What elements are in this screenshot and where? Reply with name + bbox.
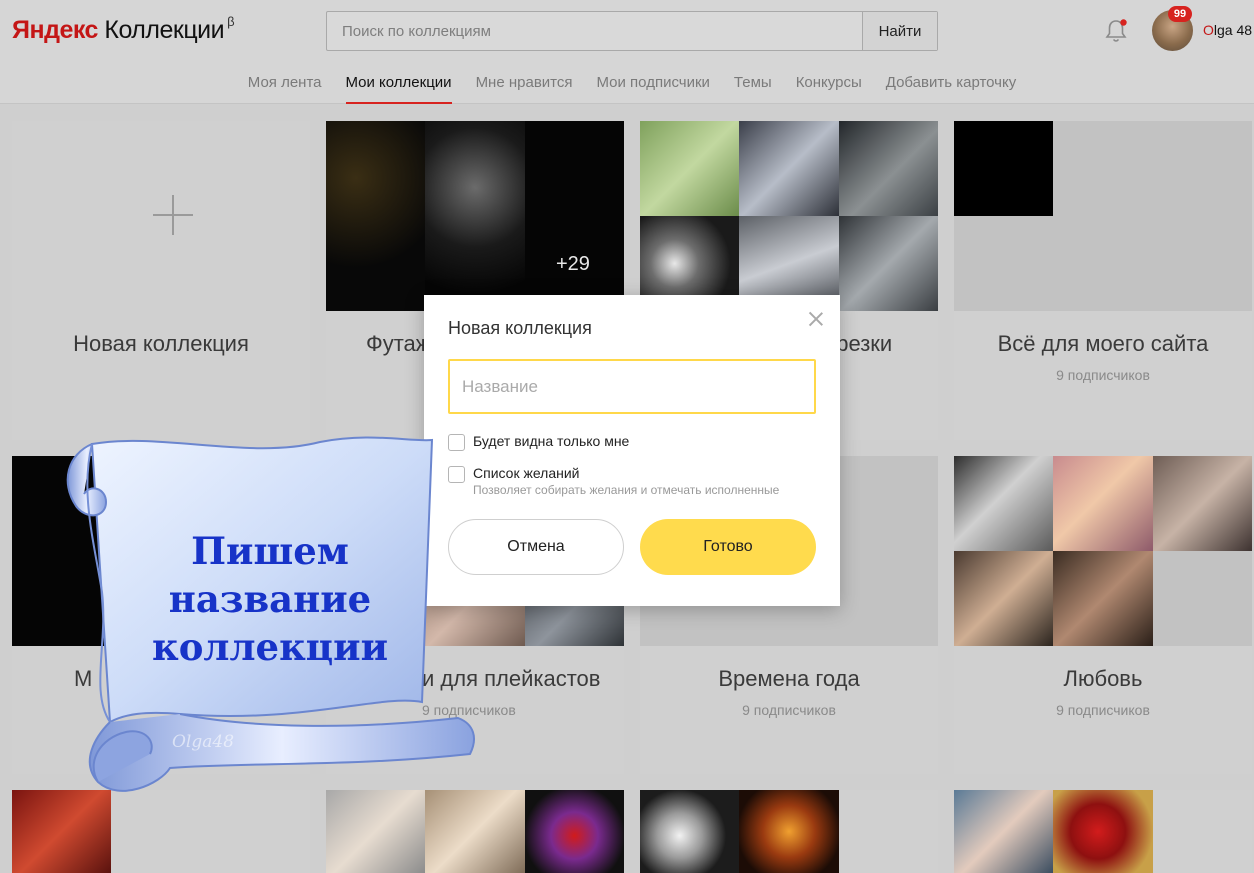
new-collection-dialog: Новая коллекция Будет видна только мне С… bbox=[424, 295, 840, 606]
scroll-banner: Пишем название коллекции Olga48 bbox=[50, 432, 480, 792]
card-title: Новая коллекция bbox=[73, 331, 249, 356]
collection-card-love[interactable]: Любовь 9 подписчиков bbox=[954, 456, 1252, 774]
notification-dot bbox=[1120, 19, 1127, 26]
card-subscribers: 9 подписчиков bbox=[742, 702, 836, 718]
private-checkbox-label: Будет видна только мне bbox=[473, 433, 630, 449]
thumb-girl-hat bbox=[954, 790, 1053, 873]
card-thumbnail: +29 bbox=[326, 121, 624, 311]
collection-card-row3-2[interactable] bbox=[326, 790, 624, 873]
card-thumbnail bbox=[954, 456, 1252, 646]
logo-beta: β bbox=[227, 14, 235, 29]
nav-item-followers[interactable]: Мои подписчики bbox=[597, 74, 710, 104]
thumb-music-notes bbox=[326, 121, 425, 311]
collection-card-row3-1[interactable] bbox=[12, 790, 310, 873]
thumb-collage bbox=[954, 456, 1053, 551]
thumb-black bbox=[954, 121, 1053, 216]
nav-item-topics[interactable]: Темы bbox=[734, 74, 772, 104]
scroll-caption: Пишем название коллекции bbox=[145, 527, 395, 671]
card-title: Всё для моего сайта bbox=[997, 331, 1209, 356]
collection-card-row3-3[interactable] bbox=[640, 790, 938, 873]
card-thumbnail bbox=[640, 121, 938, 311]
thumb-crystals bbox=[739, 121, 839, 216]
nav-item-my-collections[interactable]: Мои коллекции bbox=[345, 74, 452, 104]
collection-card-row3-4[interactable] bbox=[954, 790, 1252, 873]
logo-product: Коллекции bbox=[104, 16, 225, 44]
thumb-roses bbox=[1053, 790, 1153, 873]
thumb-gems bbox=[839, 216, 938, 311]
wishlist-hint: Позволяет собирать желания и отмечать ис… bbox=[473, 483, 780, 497]
thumb-icon-saint bbox=[12, 790, 111, 873]
search-bar: Найти bbox=[326, 11, 938, 51]
plus-icon bbox=[153, 195, 193, 235]
collection-name-input[interactable] bbox=[448, 359, 816, 414]
thumb-dark bbox=[525, 121, 624, 311]
caption-line-3: коллекции bbox=[151, 625, 389, 669]
search-input[interactable] bbox=[327, 12, 863, 50]
more-count: +29 bbox=[556, 253, 590, 275]
nav-item-feed[interactable]: Моя лента bbox=[248, 74, 322, 104]
card-title: Любовь bbox=[1063, 666, 1143, 691]
watermark: Olga48 bbox=[172, 732, 235, 752]
card-subscribers: 9 подписчиков bbox=[1056, 367, 1150, 383]
notification-badge: 99 bbox=[1168, 6, 1192, 22]
nav-item-add-card[interactable]: Добавить карточку bbox=[886, 74, 1016, 104]
username-rest: lga 48 bbox=[1213, 22, 1253, 38]
thumb-clock bbox=[640, 790, 739, 873]
logo-brand: Яндекс bbox=[12, 16, 98, 44]
bell-icon[interactable] bbox=[1104, 18, 1128, 44]
nav-item-contests[interactable]: Конкурсы bbox=[796, 74, 862, 104]
thumb-flowers-dark bbox=[525, 790, 624, 873]
caption-line-2: название bbox=[168, 577, 372, 621]
username[interactable]: Olga 48 bbox=[1203, 22, 1252, 38]
caption-line-1: Пишем bbox=[191, 529, 349, 573]
thumb-portrait bbox=[1053, 551, 1153, 646]
thumb-couple bbox=[425, 790, 525, 873]
search-button[interactable]: Найти bbox=[862, 12, 937, 50]
collection-card-site[interactable]: Всё для моего сайта 9 подписчиков bbox=[954, 121, 1252, 440]
thumb-candles bbox=[739, 790, 839, 873]
close-icon[interactable] bbox=[808, 311, 824, 327]
thumb-woman-frame bbox=[326, 790, 425, 873]
logo[interactable]: Яндекс Коллекции β bbox=[12, 14, 235, 45]
thumb-couple-flowers bbox=[1053, 456, 1153, 551]
card-thumbnail bbox=[954, 121, 1252, 311]
username-initial: O bbox=[1203, 22, 1214, 38]
header: Яндекс Коллекцииβ Найти 99 Olga 48 Моя л… bbox=[0, 0, 1254, 104]
card-title: арезки bbox=[824, 331, 893, 356]
thumb-vintage bbox=[954, 551, 1053, 646]
thumb-frost bbox=[839, 121, 938, 216]
wishlist-checkbox-row[interactable]: Список желаний Позволяет собирать желани… bbox=[448, 465, 779, 497]
card-title: Времена года bbox=[718, 666, 860, 691]
nav-item-likes[interactable]: Мне нравится bbox=[476, 74, 573, 104]
main-nav: Моя лента Мои коллекции Мне нравится Мои… bbox=[0, 74, 1254, 104]
thumb-couple-bw bbox=[1153, 456, 1252, 551]
thumb-particles bbox=[425, 121, 525, 311]
wishlist-checkbox-label: Список желаний bbox=[473, 465, 580, 481]
card-subscribers: 9 подписчиков bbox=[1056, 702, 1150, 718]
done-button[interactable]: Готово bbox=[640, 519, 816, 575]
dialog-title: Новая коллекция bbox=[448, 318, 592, 338]
new-collection-card[interactable]: Новая коллекция bbox=[12, 121, 310, 440]
thumb-green-cake bbox=[640, 121, 739, 216]
